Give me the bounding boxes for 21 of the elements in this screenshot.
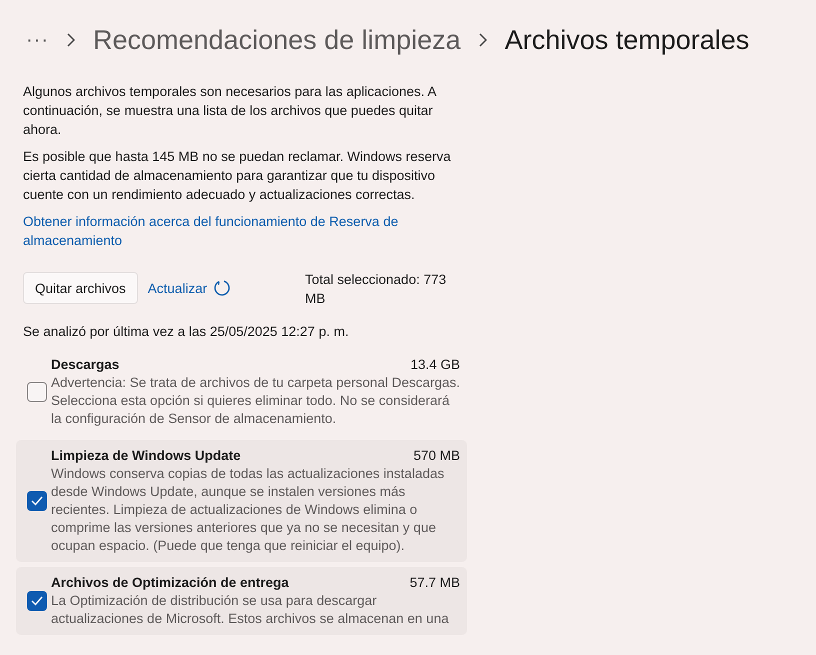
description-text: Algunos archivos temporales son necesarios para las aplicaciones. A continuación, se muestra una lista de los archivos que puedes quitar ahora. xyxy=(23,83,438,139)
total-selected-text: Total seleccionado: 773 MB xyxy=(305,271,448,308)
breadcrumb-link[interactable]: Recomendaciones de limpieza xyxy=(92,20,461,60)
item-title: Limpieza de Windows Update xyxy=(51,447,241,465)
item-title: Descargas xyxy=(51,356,120,374)
item-size: 13.4 GB xyxy=(410,356,460,374)
remove-files-button[interactable]: Quitar archivos xyxy=(23,272,138,304)
page-title: Archivos temporales xyxy=(504,24,750,57)
storage-reserve-link[interactable]: Obtener información acerca del funcionamiento de Reserva de almacenamiento xyxy=(23,212,423,250)
last-scan-text: Se analizó por última vez a las 25/05/2025 12:27 p. m. xyxy=(23,323,350,341)
selected-item-card[interactable]: Archivos de Optimización de entrega 57.7 MB La Optimización de distribución se usa para descargar actualizaciones de Microsoft. Estos archivos se almacenan en una xyxy=(16,567,467,635)
description-text: Es posible que hasta 145 MB no se puedan reclamar. Windows reserva cierta cantidad de almacenamiento para garantizar que tu dispositivo cuente con un rendimiento adecuado y actualizaciones correctas. xyxy=(23,148,452,204)
refresh-link[interactable]: Actualizar xyxy=(148,278,208,298)
item-description: Advertencia: Se trata de archivos de tu carpeta personal Descargas. Selecciona esta opción si quieres eliminar todo. No se considerará la configuración de Sensor de almacenamiento. xyxy=(51,374,460,428)
item-size: 570 MB xyxy=(413,447,460,465)
item-title: Archivos de Optimización de entrega xyxy=(51,574,289,592)
item-size: 57.7 MB xyxy=(410,574,460,592)
item-card[interactable]: Descargas 13.4 GB Advertencia: Se trata de archivos de tu carpeta personal Descargas. Selecciona esta opción si quieres eliminar todo. No se considerará la configuración de Sensor de almacenamiento. xyxy=(16,349,467,435)
overflow-button[interactable]: ··· xyxy=(26,25,49,55)
item-description: Windows conserva copias de todas las actualizaciones instaladas desde Windows Update, aunque se instalen versiones más recientes. Limpieza de actualizaciones de Windows elimina o comprime las versiones anteriores que ya no se necesitan y que ocupan espacio. (Puede que tenga que reiniciar el equipo). xyxy=(51,465,446,555)
item-description: La Optimización de distribución se usa para descargar actualizaciones de Microsoft. Estos archivos se almacenan en una xyxy=(51,592,450,628)
